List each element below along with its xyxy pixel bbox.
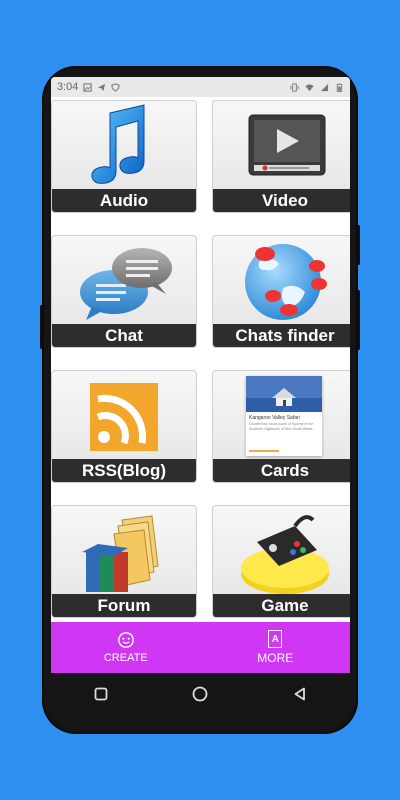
- back-button[interactable]: [280, 679, 320, 709]
- tile-cards[interactable]: Kangaroo Valley Safari Located two hours…: [212, 370, 350, 483]
- tile-video[interactable]: Video: [212, 100, 350, 213]
- tile-label: RSS(Blog): [52, 459, 196, 482]
- shield-notification-icon: [111, 82, 121, 92]
- wifi-icon: [305, 83, 314, 91]
- home-icon: [193, 686, 208, 702]
- tile-chat[interactable]: Chat: [51, 235, 197, 348]
- tile-label: Video: [213, 189, 350, 212]
- status-time: 3:04: [57, 81, 79, 93]
- tile-chats-finder[interactable]: Chats finder: [212, 235, 350, 348]
- home-button[interactable]: [180, 679, 220, 709]
- signal-icon: [320, 83, 329, 91]
- telegram-notification-icon: [98, 83, 106, 91]
- tile-audio[interactable]: Audio: [51, 100, 197, 213]
- app-screen: 3:04 Audio Video Chat Chats finder RSS(B…: [51, 77, 350, 673]
- card-preview-actions: [249, 450, 279, 452]
- phone-volume-button: [40, 305, 43, 349]
- recents-icon: [94, 687, 108, 701]
- nav-more-label: MORE: [257, 651, 294, 665]
- image-notification-icon: [83, 82, 93, 92]
- back-icon: [294, 687, 306, 701]
- card-preview-icon: Kangaroo Valley Safari Located two hours…: [246, 376, 322, 456]
- globe-chat-icon: [245, 244, 327, 320]
- card-preview-text: Located two hours south of Sydney in the…: [249, 422, 316, 431]
- tile-rss-blog[interactable]: RSS(Blog): [51, 370, 197, 483]
- tile-label: Audio: [52, 189, 196, 212]
- status-bar: 3:04: [51, 77, 350, 97]
- chat-bubbles-icon: [80, 248, 172, 320]
- phone-power-button: [357, 225, 360, 265]
- video-player-icon: [248, 114, 326, 176]
- tile-label: Chat: [52, 324, 196, 347]
- bottom-navigation: CREATE A MORE: [51, 622, 350, 673]
- music-note-icon: [91, 104, 145, 184]
- nav-create-label: CREATE: [103, 652, 148, 664]
- tile-forum[interactable]: Forum: [51, 505, 197, 618]
- boathouse-photo: [246, 376, 322, 412]
- phone-volume-button: [357, 290, 360, 350]
- tile-game[interactable]: Game: [212, 505, 350, 618]
- tile-label: Chats finder: [213, 324, 350, 347]
- rss-feed-icon: [90, 383, 158, 451]
- recents-button[interactable]: [81, 679, 121, 709]
- system-navigation-bar: [51, 673, 350, 715]
- nav-more[interactable]: A MORE: [201, 622, 351, 673]
- tile-label: Forum: [52, 594, 196, 617]
- vibrate-icon: [290, 82, 299, 92]
- card-preview-title: Kangaroo Valley Safari: [249, 415, 300, 421]
- more-badge-icon: A: [268, 630, 283, 648]
- create-face-icon: [117, 632, 134, 648]
- tile-label: Cards: [213, 459, 350, 482]
- more-badge-letter: A: [271, 633, 279, 645]
- gamepad-icon: [241, 515, 329, 594]
- tile-label: Game: [213, 594, 350, 617]
- battery-icon: [336, 82, 343, 92]
- nav-create[interactable]: CREATE: [51, 622, 201, 673]
- books-folders-icon: [82, 515, 159, 592]
